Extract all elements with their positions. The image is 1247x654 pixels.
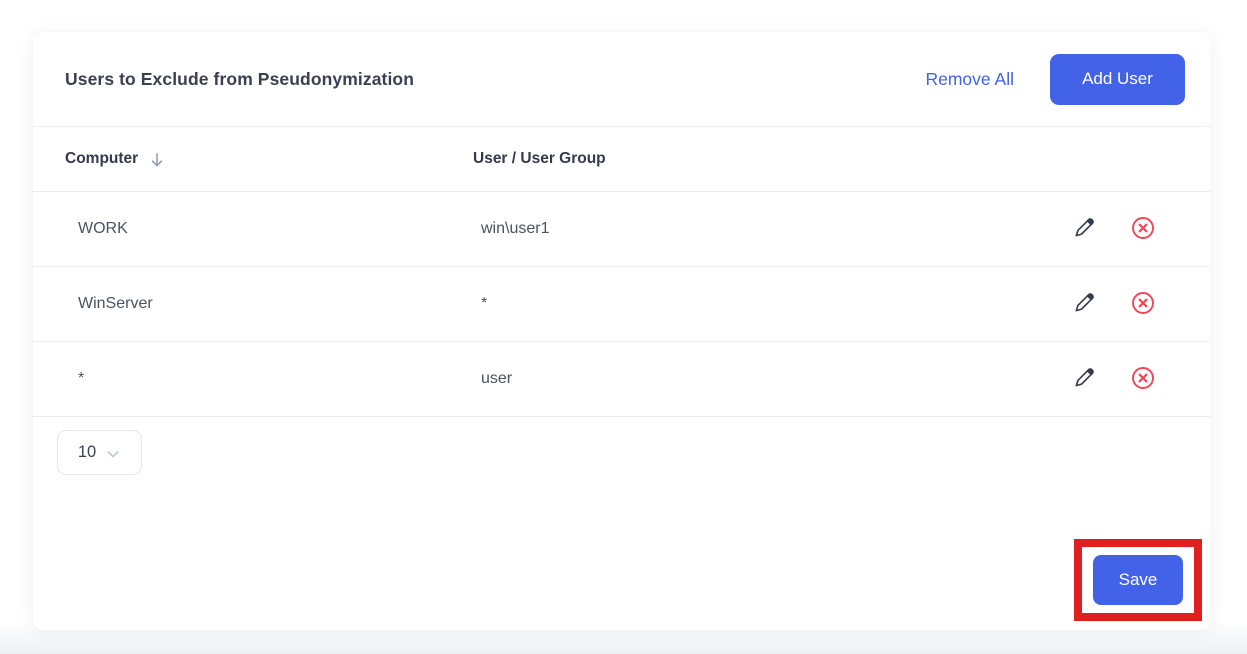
table-row: WinServer * bbox=[33, 267, 1211, 342]
column-header-user[interactable]: User / User Group bbox=[473, 150, 1179, 168]
page-title: Users to Exclude from Pseudonymization bbox=[65, 69, 925, 90]
table-row: * user bbox=[33, 342, 1211, 417]
delete-button[interactable] bbox=[1131, 216, 1155, 243]
add-user-button[interactable]: Add User bbox=[1050, 54, 1185, 105]
pencil-icon bbox=[1073, 291, 1096, 317]
row-actions bbox=[1073, 366, 1179, 393]
circle-x-icon bbox=[1131, 291, 1155, 318]
column-header-computer[interactable]: Computer bbox=[65, 149, 473, 169]
exclusion-settings-card: Users to Exclude from Pseudonymization R… bbox=[33, 32, 1211, 630]
pencil-icon bbox=[1073, 366, 1096, 392]
delete-button[interactable] bbox=[1131, 291, 1155, 318]
edit-button[interactable] bbox=[1073, 216, 1096, 242]
pencil-icon bbox=[1073, 216, 1096, 242]
card-header: Users to Exclude from Pseudonymization R… bbox=[33, 32, 1211, 127]
column-label: User / User Group bbox=[473, 150, 606, 167]
save-button[interactable]: Save bbox=[1093, 555, 1183, 605]
computer-cell: WORK bbox=[65, 220, 473, 238]
pagination-bar: 10 bbox=[57, 430, 1211, 475]
page-size-select[interactable]: 10 bbox=[57, 430, 142, 475]
annotation-highlight-box: Save bbox=[1074, 539, 1202, 621]
user-cell: user bbox=[473, 370, 1073, 388]
card-footer: Save bbox=[33, 539, 1211, 630]
page-size-value: 10 bbox=[78, 443, 96, 462]
edit-button[interactable] bbox=[1073, 366, 1096, 392]
table-row: WORK win\user1 bbox=[33, 192, 1211, 267]
circle-x-icon bbox=[1131, 366, 1155, 393]
chevron-down-icon bbox=[105, 446, 121, 462]
delete-button[interactable] bbox=[1131, 366, 1155, 393]
page-background: Users to Exclude from Pseudonymization R… bbox=[0, 0, 1247, 654]
edit-button[interactable] bbox=[1073, 291, 1096, 317]
computer-cell: * bbox=[65, 370, 473, 388]
table-header-row: Computer User / User Group bbox=[33, 127, 1211, 192]
row-actions bbox=[1073, 291, 1179, 318]
column-label: Computer bbox=[65, 150, 138, 168]
remove-all-button[interactable]: Remove All bbox=[925, 69, 1014, 90]
computer-cell: WinServer bbox=[65, 295, 473, 313]
row-actions bbox=[1073, 216, 1179, 243]
sort-desc-icon bbox=[148, 151, 166, 169]
user-cell: * bbox=[473, 295, 1073, 313]
circle-x-icon bbox=[1131, 216, 1155, 243]
user-cell: win\user1 bbox=[473, 220, 1073, 238]
